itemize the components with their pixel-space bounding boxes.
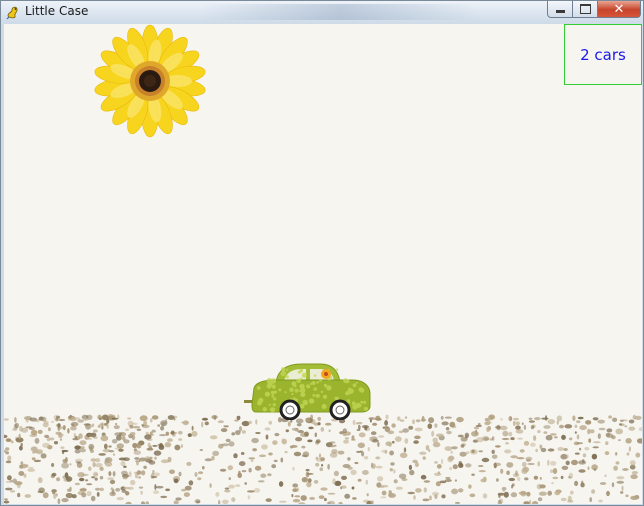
close-button[interactable]: ✕	[598, 1, 641, 18]
score-counter: 2 cars	[564, 24, 642, 85]
minimize-icon	[555, 10, 565, 13]
pygame-snake-icon	[6, 6, 18, 20]
game-canvas[interactable]: 2 cars	[4, 24, 642, 504]
game-window: Little Case ✕ 2 cars	[0, 0, 644, 506]
window-controls: ✕	[547, 1, 641, 19]
close-icon: ✕	[613, 1, 625, 17]
sunflower-sun-sprite	[94, 24, 206, 138]
window-title: Little Case	[25, 4, 89, 18]
maximize-button[interactable]	[573, 1, 598, 18]
title-bar-highlight	[201, 4, 481, 20]
score-text: 2 cars	[580, 45, 626, 64]
minimize-button[interactable]	[547, 1, 573, 18]
green-car-sprite	[244, 363, 371, 420]
gravel-ground	[4, 414, 642, 504]
title-bar[interactable]: Little Case ✕	[1, 1, 643, 23]
maximize-icon	[579, 4, 591, 14]
